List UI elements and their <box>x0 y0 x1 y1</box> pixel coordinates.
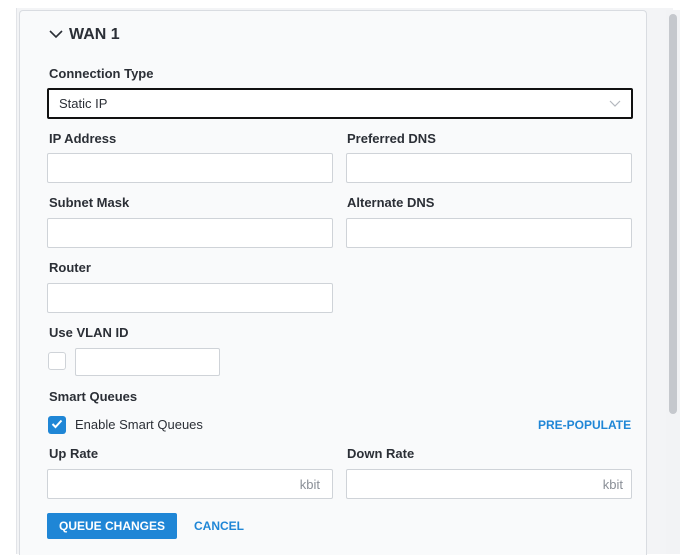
queue-changes-button[interactable]: QUEUE CHANGES <box>47 513 177 539</box>
chevron-down-icon <box>609 96 621 111</box>
alternate-dns-label: Alternate DNS <box>347 195 435 210</box>
enable-smart-queues-label[interactable]: Enable Smart Queues <box>75 417 203 432</box>
subnet-mask-input[interactable] <box>47 218 333 248</box>
down-rate-input[interactable]: kbit <box>346 469 632 499</box>
ip-address-label: IP Address <box>49 131 117 146</box>
connection-type-select[interactable]: Static IP <box>47 88 633 119</box>
router-label: Router <box>49 260 91 275</box>
ip-address-input[interactable] <box>47 153 333 183</box>
preferred-dns-label: Preferred DNS <box>347 131 436 146</box>
connection-type-value: Static IP <box>59 96 108 111</box>
alternate-dns-input[interactable] <box>346 218 632 248</box>
vlan-id-input[interactable] <box>75 348 220 376</box>
wan-section-title: WAN 1 <box>69 26 120 43</box>
cancel-button[interactable]: CANCEL <box>194 519 244 533</box>
pre-populate-link[interactable]: PRE-POPULATE <box>538 418 631 432</box>
preferred-dns-input[interactable] <box>346 153 632 183</box>
use-vlan-id-checkbox[interactable] <box>48 352 66 370</box>
down-rate-label: Down Rate <box>347 446 415 461</box>
wan-section-header[interactable]: WAN 1 <box>49 26 120 44</box>
down-rate-unit: kbit <box>602 476 623 492</box>
up-rate-input[interactable]: kbit <box>47 469 333 499</box>
enable-smart-queues-checkbox[interactable] <box>48 416 66 434</box>
up-rate-unit: kbit <box>299 476 320 492</box>
router-input[interactable] <box>47 283 333 313</box>
connection-type-label: Connection Type <box>49 66 154 81</box>
subnet-mask-label: Subnet Mask <box>49 195 130 210</box>
up-rate-label: Up Rate <box>49 446 99 461</box>
smart-queues-label: Smart Queues <box>49 389 138 404</box>
checkmark-icon <box>51 416 63 434</box>
chevron-down-icon <box>49 26 63 44</box>
scrollbar-thumb[interactable] <box>669 14 677 414</box>
use-vlan-id-label: Use VLAN ID <box>49 325 129 340</box>
